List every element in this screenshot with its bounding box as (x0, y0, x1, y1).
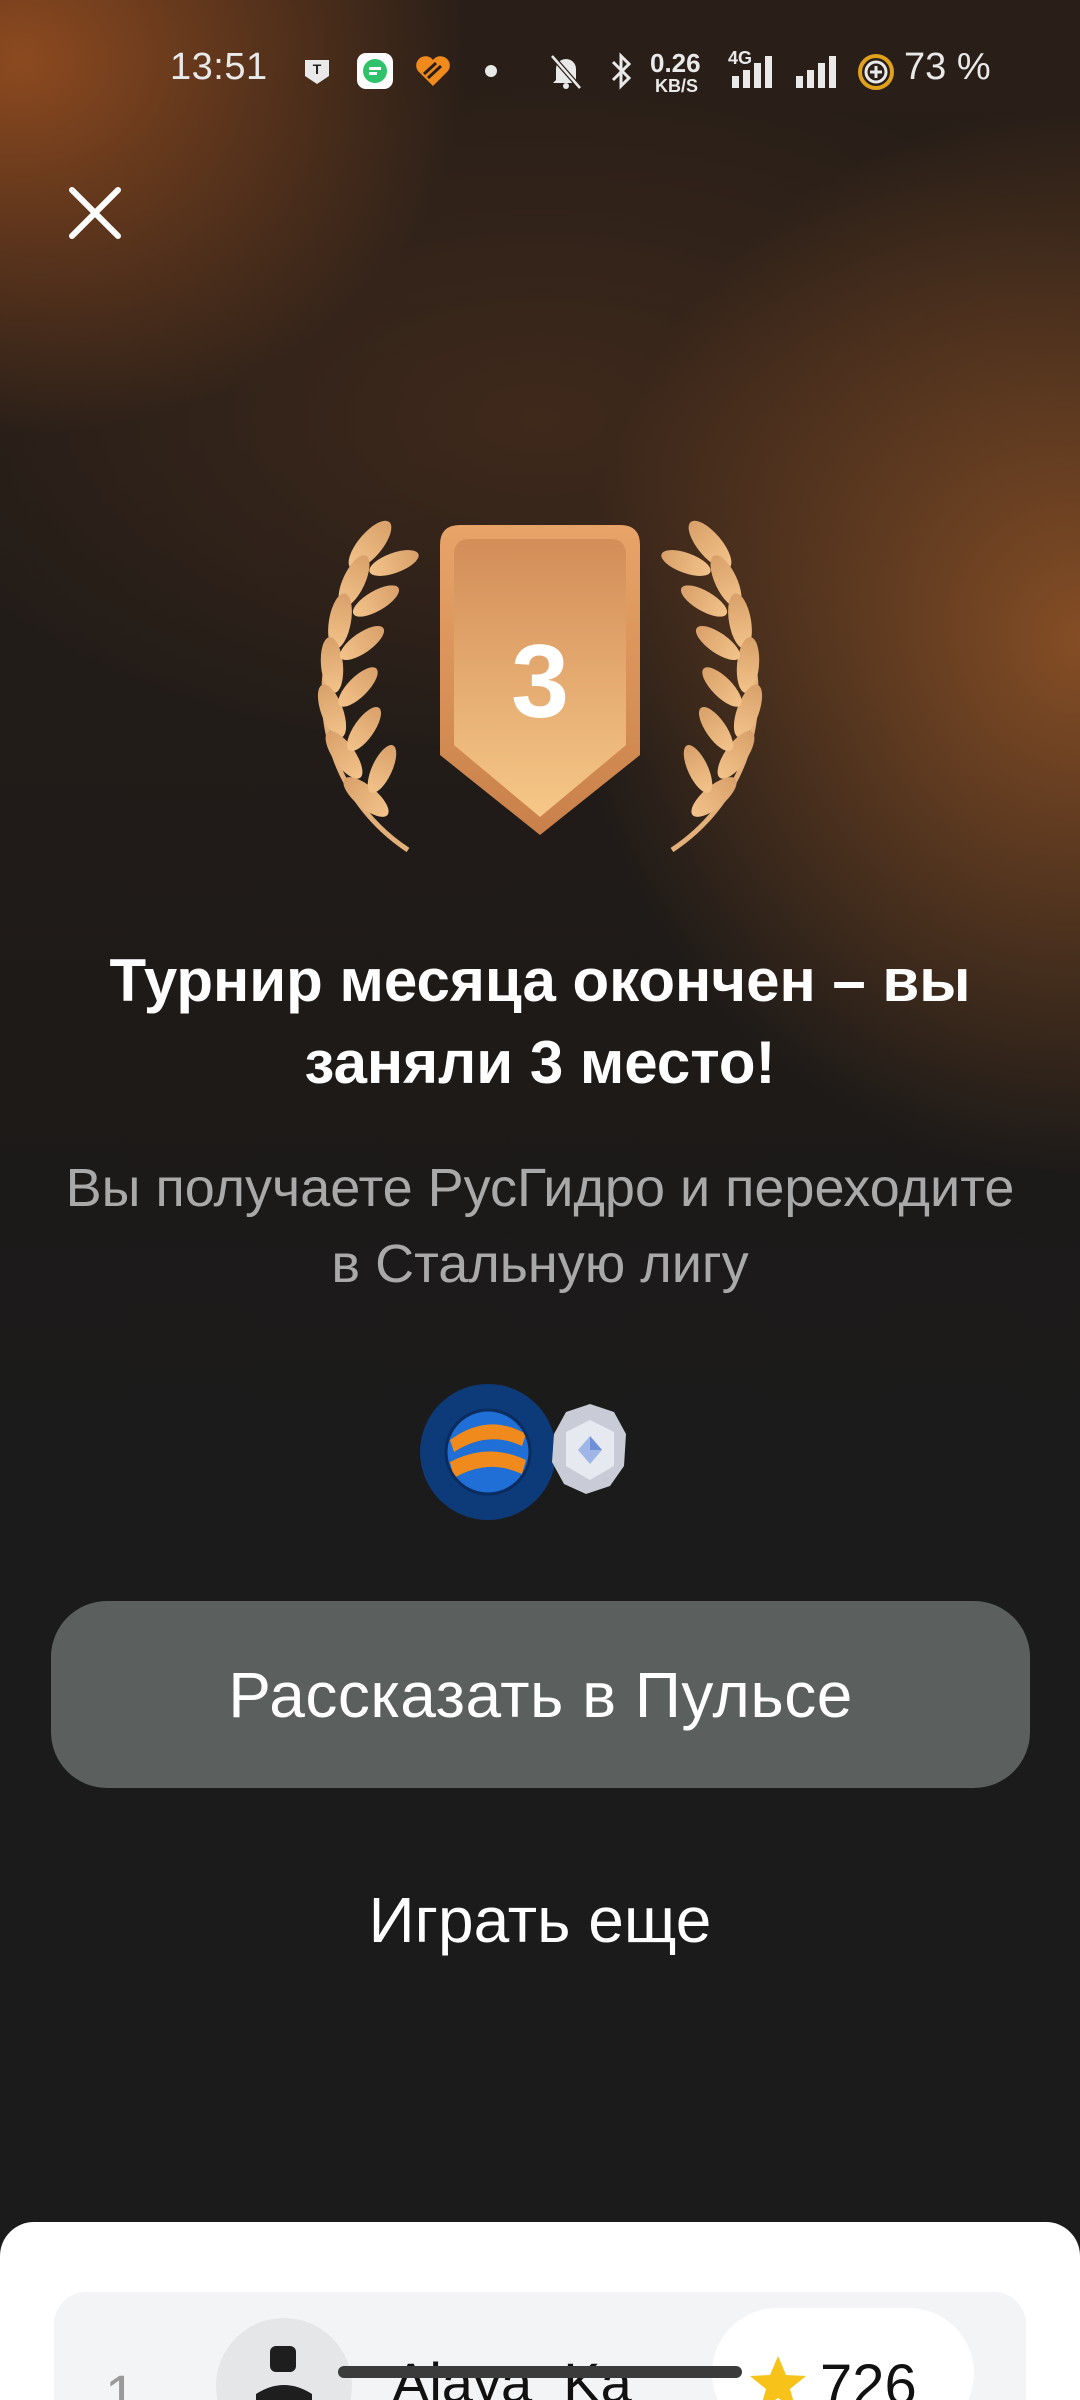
bluetooth-icon (611, 52, 632, 90)
svg-text:T: T (313, 61, 322, 77)
signal-strength-icon (732, 56, 772, 88)
close-icon (69, 187, 121, 239)
mute-icon (550, 54, 582, 90)
close-button[interactable] (62, 180, 128, 246)
place-badge: 3 (270, 505, 810, 865)
app-notification-icon: T (305, 60, 329, 84)
share-in-pulse-button[interactable]: Рассказать в Пульсе (51, 1601, 1030, 1788)
reward-icons (418, 1382, 668, 1522)
star-icon (750, 2356, 806, 2400)
place-number: 3 (511, 624, 569, 740)
net-speed-value: 0.26 (650, 48, 701, 78)
result-title: Турнир месяца окончен – вы заняли 3 мест… (109, 947, 971, 1096)
status-bar: 13:51 T 0.26 KB/S 4G 73 % (0, 0, 1080, 140)
more-notifications-icon (485, 65, 497, 77)
tournament-result-screen: 13:51 T 0.26 KB/S 4G 73 % 3 Турнир месяц… (0, 0, 1080, 2400)
reward-icons-graphic (420, 1384, 626, 1520)
chat-notification-icon (357, 53, 393, 89)
net-speed-unit: KB/S (655, 76, 699, 96)
battery-level: 73 % (904, 46, 991, 88)
signal-strength-2-icon (796, 56, 836, 88)
home-indicator[interactable] (338, 2366, 742, 2378)
play-again-button[interactable]: Играть еще (240, 1870, 840, 1970)
status-time: 13:51 (170, 46, 268, 88)
row-score: 726 (820, 2353, 917, 2400)
battery-saver-icon (858, 54, 894, 90)
steel-league-badge-icon (552, 1404, 626, 1494)
row-rank: 1 (105, 2363, 137, 2400)
result-subtitle: Вы получаете РусГидро и переходите в Ста… (65, 1158, 1015, 1294)
heart-app-icon (416, 56, 450, 86)
rushydro-logo-icon (420, 1384, 556, 1520)
